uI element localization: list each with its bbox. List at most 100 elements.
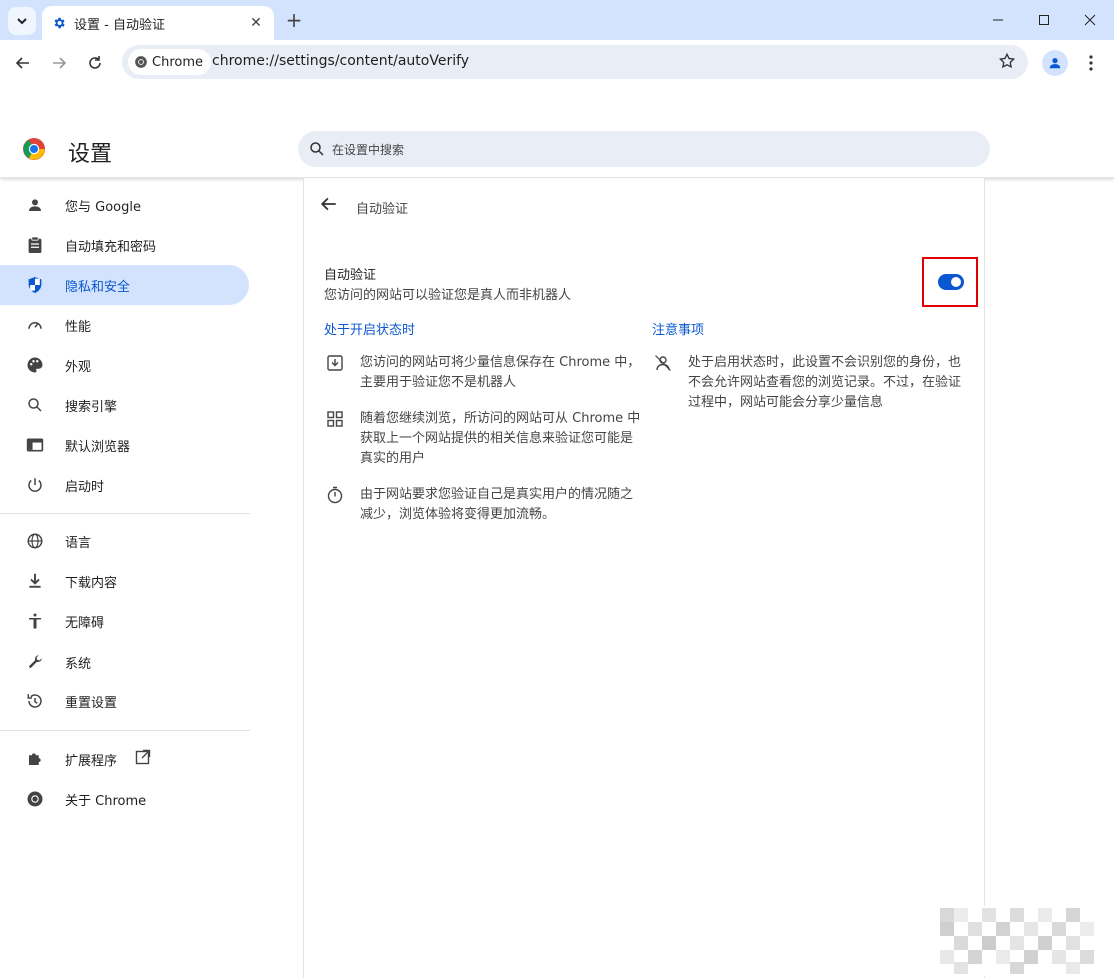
browser-icon — [24, 434, 46, 456]
open-in-new-icon — [135, 749, 151, 769]
maximize-icon — [1039, 15, 1049, 25]
list-item: 由于网站要求您验证自己是真实用户的情况随之 减少，浏览体验将变得更加流畅。 — [360, 485, 633, 525]
sidebar-item-extensions[interactable]: 扩展程序 — [0, 739, 249, 779]
sidebar-item-label: 搜索引擎 — [65, 399, 118, 415]
sidebar-item-about-chrome[interactable]: 关于 Chrome — [0, 779, 249, 819]
sidebar-item-downloads[interactable]: 下载内容 — [0, 561, 249, 601]
sidebar-divider — [0, 513, 250, 514]
tab-search-button[interactable] — [8, 7, 36, 35]
sidebar-item-label: 性能 — [65, 319, 92, 335]
sidebar-item-label: 关于 Chrome — [65, 793, 147, 809]
site-chip-label: Chrome — [152, 54, 203, 70]
bullet-line: 获取上一个网站提供的相关信息来验证您可能是 — [360, 431, 634, 446]
close-tab-icon[interactable]: ✕ — [246, 13, 266, 33]
reload-button[interactable] — [81, 49, 109, 77]
list-item: 处于启用状态时，此设置不会识别您的身份，也 不会允许网站查看您的浏览记录。不过，… — [688, 353, 961, 413]
sidebar-item-on-startup[interactable]: 启动时 — [0, 465, 249, 505]
globe-icon — [24, 530, 46, 552]
close-icon — [1084, 14, 1096, 26]
sidebar-item-label: 外观 — [65, 359, 92, 375]
history-icon — [24, 690, 46, 712]
sidebar-item-privacy[interactable]: 隐私和安全 — [0, 265, 249, 305]
sidebar-item-languages[interactable]: 语言 — [0, 521, 249, 561]
person-icon — [24, 194, 46, 216]
palette-icon — [24, 354, 46, 376]
search-icon — [310, 142, 324, 156]
search-icon — [24, 394, 46, 416]
sidebar-item-label: 系统 — [65, 656, 92, 672]
settings-header: 设置 在设置中搜索 — [0, 121, 1114, 178]
sidebar-divider — [0, 730, 250, 731]
reload-icon — [89, 56, 101, 69]
address-bar[interactable]: Chrome chrome://settings/content/autoVer… — [122, 45, 1028, 79]
sidebar-item-label: 您与 Google — [65, 199, 141, 215]
toggle-knob — [951, 277, 961, 287]
sidebar-item-autofill[interactable]: 自动填充和密码 — [0, 225, 249, 265]
sidebar-item-performance[interactable]: 性能 — [0, 305, 249, 345]
sidebar-item-search-engine[interactable]: 搜索引擎 — [0, 385, 249, 425]
timer-icon — [327, 486, 343, 504]
speedometer-icon — [24, 314, 46, 336]
setting-title: 自动验证 — [324, 268, 377, 283]
chrome-logo-icon — [135, 56, 147, 68]
arrow-right-icon — [53, 57, 67, 69]
sidebar-item-reset[interactable]: 重置设置 — [0, 681, 249, 721]
puzzle-icon — [24, 748, 46, 770]
list-item: 您访问的网站可将少量信息保存在 Chrome 中， 主要用于验证您不是机器人 — [360, 353, 640, 393]
setting-description: 您访问的网站可以验证您是真人而非机器人 — [324, 288, 572, 303]
grid-icon — [327, 411, 343, 427]
sidebar-item-system[interactable]: 系统 — [0, 642, 249, 682]
toolbar: Chrome chrome://settings/content/autoVer… — [0, 40, 1114, 86]
auto-verify-toggle[interactable] — [938, 274, 964, 290]
new-tab-button[interactable]: + — [282, 8, 306, 32]
incognito-icon — [655, 355, 671, 371]
chrome-icon — [24, 788, 46, 810]
bullet-line: 处于启用状态时，此设置不会识别您的身份，也 — [688, 355, 962, 370]
sidebar-item-appearance[interactable]: 外观 — [0, 345, 249, 385]
tab-strip: 设置 - 自动验证 ✕ + — [0, 0, 1114, 40]
sidebar-item-label: 下载内容 — [65, 575, 118, 591]
sidebar-item-label: 隐私和安全 — [65, 279, 131, 295]
browser-menu-button[interactable] — [1080, 50, 1102, 76]
search-placeholder: 在设置中搜索 — [332, 143, 405, 157]
back-arrow-button[interactable] — [320, 195, 340, 215]
site-info-chip[interactable]: Chrome — [128, 49, 211, 75]
sidebar-item-default-browser[interactable]: 默认浏览器 — [0, 425, 249, 465]
bullet-line: 由于网站要求您验证自己是真实用户的情况随之 — [360, 487, 634, 502]
settings-main-card: 自动验证 自动验证 您访问的网站可以验证您是真人而非机器人 处于开启状态时 注意… — [303, 178, 985, 978]
tab-title: 设置 - 自动验证 — [74, 17, 165, 33]
tab-settings[interactable]: 设置 - 自动验证 ✕ — [42, 6, 274, 40]
forward-button[interactable] — [45, 49, 73, 77]
page-title: 自动验证 — [356, 202, 409, 217]
bullet-line: 主要用于验证您不是机器人 — [360, 375, 517, 390]
gear-icon — [54, 17, 65, 29]
bullet-line: 过程中，网站可能会分享少量信息 — [688, 395, 884, 410]
chevron-down-icon — [17, 18, 27, 25]
more-vert-icon — [1089, 55, 1093, 71]
sidebar-item-accessibility[interactable]: 无障碍 — [0, 601, 249, 641]
bullet-line: 不会允许网站查看您的浏览记录。不过，在验证 — [688, 375, 962, 390]
download-icon — [24, 570, 46, 592]
settings-search-input[interactable]: 在设置中搜索 — [298, 131, 990, 167]
shield-icon — [24, 274, 46, 296]
profile-avatar[interactable] — [1042, 50, 1068, 76]
person-icon — [1049, 58, 1061, 69]
sidebar-item-label: 扩展程序 — [65, 753, 118, 769]
sidebar-item-you-and-google[interactable]: 您与 Google — [0, 185, 249, 225]
minimize-button[interactable] — [975, 0, 1021, 40]
list-item: 随着您继续浏览，所访问的网站可从 Chrome 中 获取上一个网站提供的相关信息… — [360, 409, 640, 469]
sidebar-item-label: 语言 — [65, 535, 92, 551]
things-to-consider-heading: 注意事项 — [652, 323, 705, 338]
highlight-box — [922, 257, 978, 307]
arrow-left-icon — [320, 197, 336, 211]
back-button[interactable] — [9, 49, 37, 77]
url-text[interactable]: chrome://settings/content/autoVerify — [212, 53, 469, 69]
accessibility-icon — [24, 610, 46, 632]
wrench-icon — [24, 651, 46, 673]
sidebar-item-label: 启动时 — [65, 479, 105, 495]
bookmark-star-icon[interactable] — [998, 52, 1016, 74]
save-box-icon — [327, 355, 343, 371]
close-window-button[interactable] — [1067, 0, 1113, 40]
sidebar-item-label: 默认浏览器 — [65, 439, 131, 455]
maximize-button[interactable] — [1021, 0, 1067, 40]
